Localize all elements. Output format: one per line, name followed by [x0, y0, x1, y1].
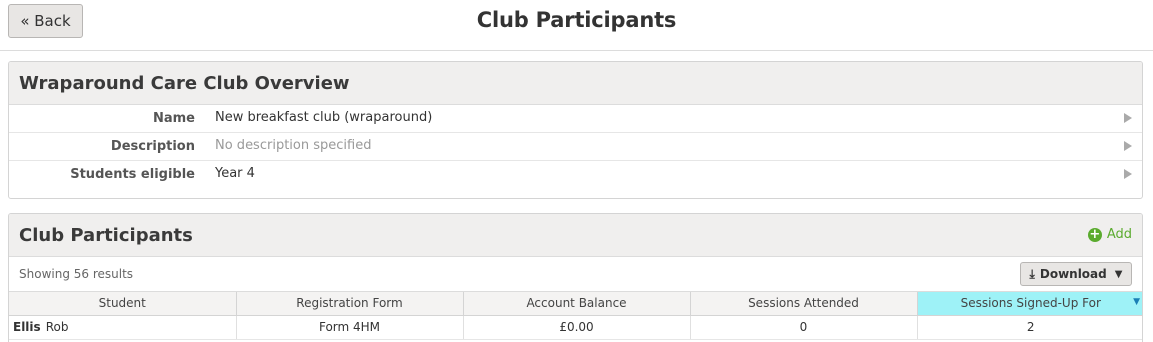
overview-value: Year 4 — [215, 166, 255, 181]
table-row[interactable]: Ellis Rob Form 4HM £0.00 0 2 — [9, 315, 1142, 340]
add-participant-button[interactable]: + Add — [1087, 226, 1132, 242]
sessions-attended-cell: 0 — [690, 315, 918, 340]
download-button[interactable]: ⤓ Download ▼ — [1020, 262, 1132, 286]
sessions-signed-up-cell: 2 — [917, 315, 1142, 340]
club-participants-panel: Club Participants + Add Showing 56 resul… — [8, 213, 1143, 342]
overview-panel-title: Wraparound Care Club Overview — [9, 62, 1142, 105]
page-title: Club Participants — [476, 8, 677, 32]
column-header-sessions-signed-up[interactable]: Sessions Signed-Up For ▼ — [917, 292, 1142, 316]
overview-label: Name — [152, 111, 195, 126]
top-bar: « Back Club Participants — [0, 0, 1153, 51]
results-toolbar: Showing 56 results ⤓ Download ▼ — [9, 257, 1142, 292]
overview-row-name[interactable]: Name New breakfast club (wraparound) — [9, 105, 1142, 133]
overview-label: Students eligible — [70, 167, 195, 182]
expand-arrow-icon[interactable] — [1124, 113, 1132, 123]
plus-circle-icon: + — [1087, 226, 1102, 242]
download-icon: ⤓ — [1029, 266, 1035, 281]
column-header-registration-form[interactable]: Registration Form — [236, 292, 464, 316]
student-cell[interactable]: Ellis Rob — [9, 315, 237, 340]
overview-value: No description specified — [215, 138, 372, 153]
sort-descending-icon: ▼ — [1133, 297, 1140, 307]
participants-panel-header: Club Participants + Add — [9, 214, 1142, 257]
overview-row-students-eligible[interactable]: Students eligible Year 4 — [9, 161, 1142, 189]
student-first-name: Rob — [45, 320, 69, 334]
account-balance-cell: £0.00 — [463, 315, 691, 340]
caret-down-icon: ▼ — [1114, 268, 1123, 280]
column-header-label: Sessions Signed-Up For — [960, 296, 1101, 311]
results-count: Showing 56 results — [19, 267, 134, 281]
column-header-sessions-attended[interactable]: Sessions Attended — [690, 292, 918, 316]
participants-panel-title: Club Participants — [19, 224, 193, 246]
add-label: Add — [1106, 227, 1132, 242]
registration-form-cell: Form 4HM — [236, 315, 464, 340]
overview-row-description[interactable]: Description No description specified — [9, 133, 1142, 161]
download-label: Download — [1039, 267, 1107, 281]
participants-table: Student Registration Form Account Balanc… — [9, 292, 1142, 340]
overview-value: New breakfast club (wraparound) — [215, 110, 433, 125]
club-overview-panel: Wraparound Care Club Overview Name New b… — [8, 61, 1143, 199]
overview-label: Description — [110, 139, 195, 154]
student-last-name: Ellis — [13, 320, 41, 334]
expand-arrow-icon[interactable] — [1124, 141, 1132, 151]
column-header-student[interactable]: Student — [9, 292, 237, 316]
column-header-account-balance[interactable]: Account Balance — [463, 292, 691, 316]
expand-arrow-icon[interactable] — [1124, 169, 1132, 179]
table-header-row: Student Registration Form Account Balanc… — [9, 292, 1142, 316]
